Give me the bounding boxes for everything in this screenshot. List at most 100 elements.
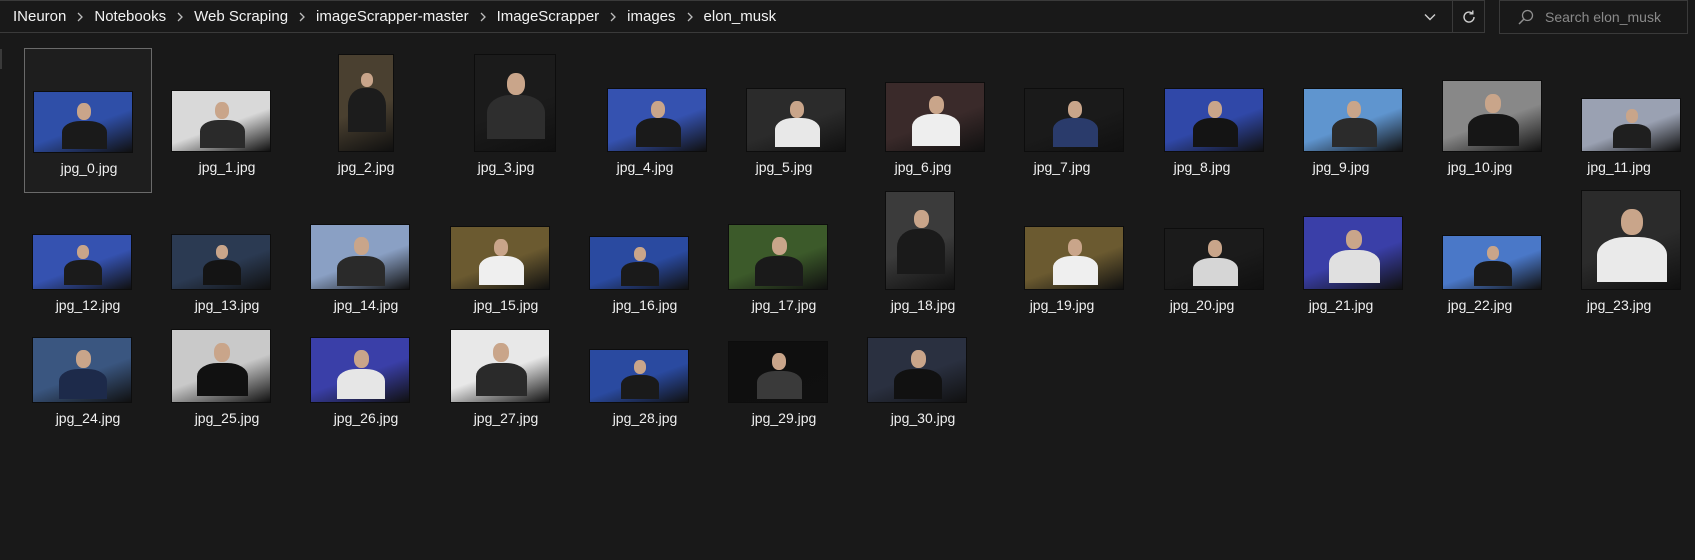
thumbnail-figure [1208,101,1222,118]
file-item[interactable]: jpg_7.jpg [998,48,1126,193]
file-name: jpg_1.jpg [198,159,256,175]
thumbnail-figure [929,96,944,114]
thumbnail-figure [1485,94,1501,113]
image-thumbnail [338,54,394,152]
image-thumbnail [589,236,689,290]
thumbnail-figure-body [1332,118,1377,147]
thumbnail-figure [77,245,89,259]
file-item[interactable]: jpg_28.jpg [581,327,709,472]
image-thumbnail [32,337,132,403]
file-item[interactable]: jpg_21.jpg [1277,190,1405,335]
image-thumbnail [1442,235,1542,290]
thumbnail-figure-body [1329,250,1380,283]
file-item[interactable]: jpg_4.jpg [581,48,709,193]
file-item[interactable]: jpg_1.jpg [163,48,291,193]
thumbnail-figure [1068,101,1082,118]
file-item[interactable]: jpg_0.jpg [24,48,152,193]
thumbnail-figure [77,103,91,120]
image-thumbnail [171,90,271,152]
file-name: jpg_17.jpg [751,297,817,313]
thumbnail-figure [772,353,786,370]
image-thumbnail [885,82,985,152]
image-thumbnail [450,226,550,290]
file-item[interactable]: jpg_25.jpg [163,327,291,472]
file-item[interactable]: jpg_18.jpg [859,190,987,335]
file-item[interactable]: jpg_3.jpg [442,48,570,193]
thumbnail-figure [354,350,369,368]
thumbnail-figure [76,350,91,368]
file-item[interactable]: jpg_23.jpg [1555,190,1683,335]
thumbnail-figure-body [897,229,945,274]
file-item[interactable]: jpg_9.jpg [1277,48,1405,193]
file-item[interactable]: jpg_5.jpg [720,48,848,193]
file-name: jpg_26.jpg [333,410,399,426]
file-item[interactable]: jpg_29.jpg [720,327,848,472]
thumbnail-figure [214,343,230,362]
file-item[interactable]: jpg_8.jpg [1138,48,1266,193]
image-thumbnail [728,341,828,403]
thumbnail-figure-body [1468,114,1519,146]
file-item[interactable]: jpg_11.jpg [1555,48,1683,193]
thumbnail-figure [1346,230,1362,249]
file-item[interactable]: jpg_26.jpg [302,327,430,472]
thumbnail-figure [790,101,804,118]
image-thumbnail [1024,88,1124,152]
thumbnail-figure [772,237,787,255]
thumbnail-figure-body [1474,261,1512,286]
file-item[interactable]: jpg_24.jpg [24,327,152,472]
image-thumbnail [885,191,955,290]
image-thumbnail [728,224,828,290]
file-grid: jpg_0.jpg jpg_1.jpg jpg_2.jpg jpg_3.jpg jpg_… [0,0,1695,560]
thumbnail-figure-body [59,369,107,399]
thumbnail-figure-body [894,369,942,399]
thumbnail-figure-body [636,118,681,147]
thumbnail-figure [1621,209,1643,235]
thumbnail-figure-body [621,375,659,399]
image-thumbnail [589,349,689,403]
thumbnail-figure-body [337,369,385,399]
file-item[interactable]: jpg_20.jpg [1138,190,1266,335]
file-item[interactable]: jpg_2.jpg [302,48,430,193]
thumbnail-figure [914,210,929,228]
file-name: jpg_20.jpg [1169,297,1235,313]
file-name: jpg_27.jpg [473,410,539,426]
thumbnail-figure-body [1613,124,1651,148]
image-thumbnail [1164,88,1264,152]
image-thumbnail [1442,80,1542,152]
image-thumbnail [450,329,550,403]
thumbnail-figure-body [757,371,802,399]
file-item[interactable]: jpg_13.jpg [163,190,291,335]
thumbnail-figure-body [348,88,386,132]
thumbnail-figure-body [912,114,960,146]
file-item[interactable]: jpg_27.jpg [442,327,570,472]
file-name: jpg_13.jpg [194,297,260,313]
file-item[interactable]: jpg_14.jpg [302,190,430,335]
file-name: jpg_14.jpg [333,297,399,313]
thumbnail-figure [634,360,646,374]
thumbnail-figure [354,237,369,255]
image-thumbnail [1164,228,1264,290]
file-item[interactable]: jpg_6.jpg [859,48,987,193]
thumbnail-figure-body [1193,258,1238,286]
thumbnail-figure [651,101,665,118]
file-item[interactable]: jpg_15.jpg [442,190,570,335]
file-item[interactable]: jpg_16.jpg [581,190,709,335]
image-thumbnail [1303,88,1403,152]
file-item[interactable]: jpg_17.jpg [720,190,848,335]
thumbnail-figure [216,245,228,259]
file-item[interactable]: jpg_12.jpg [24,190,152,335]
image-thumbnail [746,88,846,152]
image-thumbnail [1581,98,1681,152]
file-name: jpg_16.jpg [612,297,678,313]
file-item[interactable]: jpg_30.jpg [859,327,987,472]
file-name: jpg_11.jpg [1587,159,1651,175]
file-item[interactable]: jpg_22.jpg [1416,190,1544,335]
thumbnail-figure [507,73,525,95]
thumbnail-figure-body [1053,118,1098,147]
thumbnail-figure [1347,101,1361,118]
thumbnail-figure-body [337,256,385,286]
file-item[interactable]: jpg_10.jpg [1416,48,1544,193]
thumbnail-figure-body [755,256,803,286]
file-item[interactable]: jpg_19.jpg [998,190,1126,335]
thumbnail-figure-body [1193,118,1238,147]
